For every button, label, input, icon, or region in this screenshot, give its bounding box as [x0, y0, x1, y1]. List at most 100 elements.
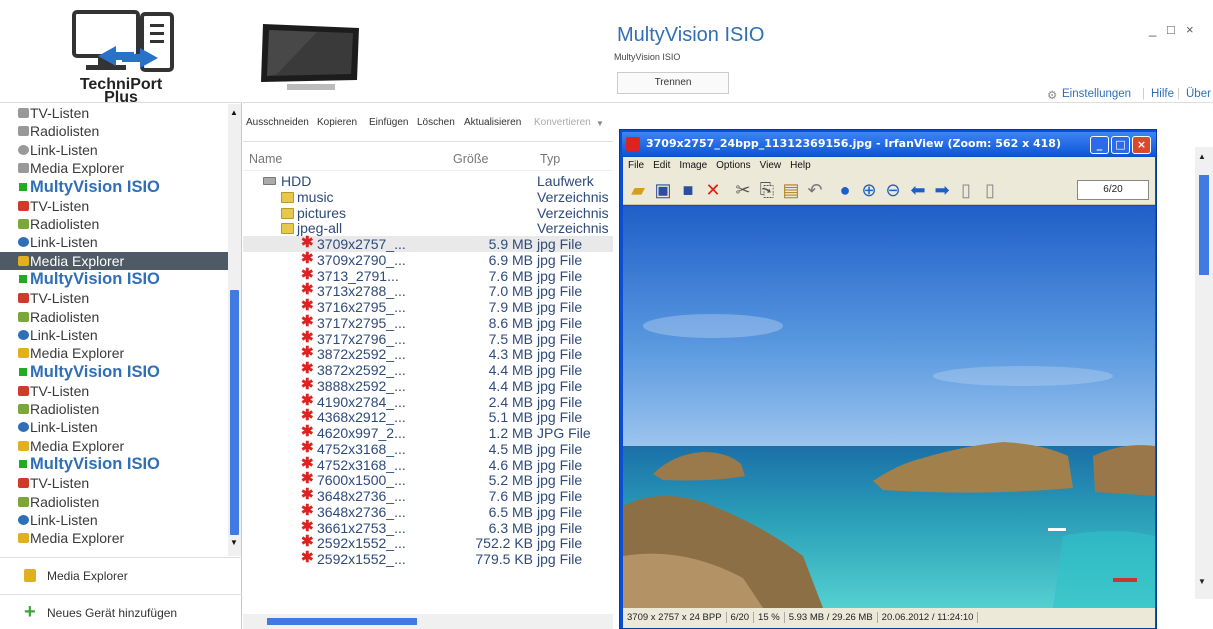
refresh-button[interactable]: Aktualisieren	[464, 117, 521, 128]
column-size[interactable]: Größe	[453, 152, 488, 166]
paste-icon[interactable]: ▤	[781, 180, 801, 200]
sidebar-item-radiolisten[interactable]: Radiolisten	[0, 122, 228, 140]
file-row[interactable]: ✱ 4752x3168_... 4.6 MB jpg File	[243, 456, 613, 473]
iv-maximize-button[interactable]: □	[1111, 136, 1130, 154]
column-type[interactable]: Typ	[540, 152, 560, 166]
irfanview-titlebar[interactable]: 3709x2757_24bpp_11312369156.jpg - IrfanV…	[622, 132, 1156, 156]
file-row[interactable]: ✱ 4368x2912_... 5.1 MB jpg File	[243, 408, 613, 425]
sidebar-item-tv-listen[interactable]: TV-Listen	[0, 197, 228, 215]
device-node[interactable]: MultyVision ISIO	[0, 363, 228, 382]
sidebar-item-link-listen[interactable]: Link-Listen	[0, 326, 228, 344]
sidebar-item-radiolisten[interactable]: Radiolisten	[0, 215, 228, 233]
file-row[interactable]: ✱ 2592x1552_... 779.5 KB jpg File	[243, 550, 613, 567]
file-row[interactable]: HDD Laufwerk	[243, 173, 613, 189]
scroll-up-icon-right[interactable]: ▲	[1198, 152, 1206, 161]
undo-icon[interactable]: ↶	[805, 180, 825, 200]
save-icon[interactable]: ■	[678, 180, 698, 200]
file-row[interactable]: ✱ 3716x2795_... 7.9 MB jpg File	[243, 298, 613, 315]
sidebar-item-tv-listen[interactable]: TV-Listen	[0, 382, 228, 400]
cut-icon[interactable]: ✂	[733, 180, 753, 200]
sidebar-item-link-listen[interactable]: Link-Listen	[0, 233, 228, 251]
cut-button[interactable]: Ausschneiden	[246, 117, 309, 128]
sidebar-item-media-explorer[interactable]: Media Explorer	[0, 251, 228, 271]
file-row[interactable]: pictures Verzeichnis	[243, 205, 613, 221]
device-node[interactable]: MultyVision ISIO	[0, 178, 228, 197]
sidebar-item-media-explorer[interactable]: Media Explorer	[0, 159, 228, 177]
file-row[interactable]: ✱ 3713x2788_... 7.0 MB jpg File	[243, 282, 613, 299]
file-row[interactable]: ✱ 3888x2592_... 4.4 MB jpg File	[243, 377, 613, 394]
file-row[interactable]: ✱ 3717x2796_... 7.5 MB jpg File	[243, 330, 613, 347]
copy-icon[interactable]: ⎘	[757, 180, 777, 200]
page-counter-field[interactable]: 6/20	[1077, 180, 1149, 200]
zoom-in-icon[interactable]: ⊕	[859, 180, 879, 200]
delete-button[interactable]: Löschen	[417, 117, 455, 128]
last-page-icon[interactable]: ▯	[980, 180, 1000, 200]
minimize-button[interactable]: _	[1149, 22, 1156, 37]
convert-button[interactable]: Konvertieren	[534, 117, 591, 128]
sidebar-item-tv-listen[interactable]: TV-Listen	[0, 289, 228, 307]
file-row[interactable]: ✱ 4752x3168_... 4.5 MB jpg File	[243, 440, 613, 457]
menu-file[interactable]: File	[628, 160, 644, 171]
open-folder-icon[interactable]: ▰	[628, 180, 648, 200]
sidebar-item-radiolisten[interactable]: Radiolisten	[0, 400, 228, 418]
file-row[interactable]: ✱ 3661x2753_... 6.3 MB jpg File	[243, 519, 613, 536]
file-row[interactable]: ✱ 3709x2790_... 6.9 MB jpg File	[243, 251, 613, 268]
add-device-button[interactable]: + Neues Gerät hinzufügen	[0, 594, 242, 629]
scroll-up-icon[interactable]: ▲	[230, 108, 238, 117]
file-row[interactable]: ✱ 3648x2736_... 6.5 MB jpg File	[243, 503, 613, 520]
file-row[interactable]: ✱ 3717x2795_... 8.6 MB jpg File	[243, 314, 613, 331]
first-page-icon[interactable]: ▯	[956, 180, 976, 200]
chevron-down-icon[interactable]: ▼	[596, 119, 604, 128]
slideshow-icon[interactable]: ▣	[653, 180, 673, 200]
preview-scroll-thumb[interactable]	[1199, 175, 1209, 275]
menu-help[interactable]: Help	[790, 160, 811, 171]
sidebar-item-link-listen[interactable]: Link-Listen	[0, 511, 228, 529]
file-row[interactable]: music Verzeichnis	[243, 189, 613, 205]
menu-image[interactable]: Image	[679, 160, 707, 171]
previous-icon[interactable]: ⬅	[908, 180, 928, 200]
copy-button[interactable]: Kopieren	[317, 117, 357, 128]
sidebar-item-tv-listen[interactable]: TV-Listen	[0, 104, 228, 122]
sidebar-item-tv-listen[interactable]: TV-Listen	[0, 474, 228, 492]
file-row[interactable]: ✱ 3713_2791... 7.6 MB jpg File	[243, 267, 613, 284]
hscroll-thumb[interactable]	[267, 618, 417, 625]
file-row[interactable]: ✱ 3709x2757_... 5.9 MB jpg File	[243, 235, 613, 252]
file-row[interactable]: ✱ 3872x2592_... 4.3 MB jpg File	[243, 345, 613, 362]
iv-close-button[interactable]: ×	[1132, 136, 1151, 154]
file-row[interactable]: ✱ 3648x2736_... 7.6 MB jpg File	[243, 487, 613, 504]
sidebar-item-media-explorer[interactable]: Media Explorer	[0, 529, 228, 547]
next-icon[interactable]: ➡	[932, 180, 952, 200]
disconnect-button[interactable]: Trennen	[617, 72, 729, 94]
menu-options[interactable]: Options	[716, 160, 750, 171]
scroll-down-icon[interactable]: ▼	[230, 538, 238, 547]
irfanview-window[interactable]: 3709x2757_24bpp_11312369156.jpg - IrfanV…	[619, 129, 1157, 629]
sidebar-scroll-thumb[interactable]	[230, 290, 239, 535]
help-link[interactable]: Hilfe	[1151, 88, 1174, 100]
sidebar-item-link-listen[interactable]: Link-Listen	[0, 141, 228, 159]
scroll-down-icon-right[interactable]: ▼	[1198, 577, 1206, 586]
delete-icon[interactable]: ✕	[703, 180, 723, 200]
file-list-hscrollbar[interactable]	[243, 614, 613, 629]
sidebar-item-link-listen[interactable]: Link-Listen	[0, 418, 228, 436]
iv-minimize-button[interactable]: _	[1090, 136, 1109, 154]
info-icon[interactable]: ●	[835, 180, 855, 200]
preview-scrollbar[interactable]: ▲ ▼	[1195, 147, 1213, 599]
media-explorer-button[interactable]: Media Explorer	[0, 557, 242, 593]
device-node[interactable]: MultyVision ISIO	[0, 270, 228, 289]
close-button[interactable]: ×	[1186, 22, 1194, 37]
about-link[interactable]: Über	[1186, 88, 1211, 100]
file-row[interactable]: ✱ 4190x2784_... 2.4 MB jpg File	[243, 393, 613, 410]
zoom-out-icon[interactable]: ⊖	[883, 180, 903, 200]
paste-button[interactable]: Einfügen	[369, 117, 408, 128]
maximize-button[interactable]: □	[1167, 22, 1175, 37]
sidebar-item-radiolisten[interactable]: Radiolisten	[0, 308, 228, 326]
sidebar-item-media-explorer[interactable]: Media Explorer	[0, 437, 228, 455]
file-row[interactable]: ✱ 4620x997_2... 1.2 MB JPG File	[243, 424, 613, 441]
file-row[interactable]: ✱ 2592x1552_... 752.2 KB jpg File	[243, 534, 613, 551]
file-row[interactable]: ✱ 3872x2592_... 4.4 MB jpg File	[243, 361, 613, 378]
column-name[interactable]: Name	[249, 152, 282, 166]
file-row[interactable]: ✱ 7600x1500_... 5.2 MB jpg File	[243, 471, 613, 488]
menu-edit[interactable]: Edit	[653, 160, 670, 171]
device-node[interactable]: MultyVision ISIO	[0, 455, 228, 474]
file-row[interactable]: jpeg-all Verzeichnis	[243, 220, 613, 236]
